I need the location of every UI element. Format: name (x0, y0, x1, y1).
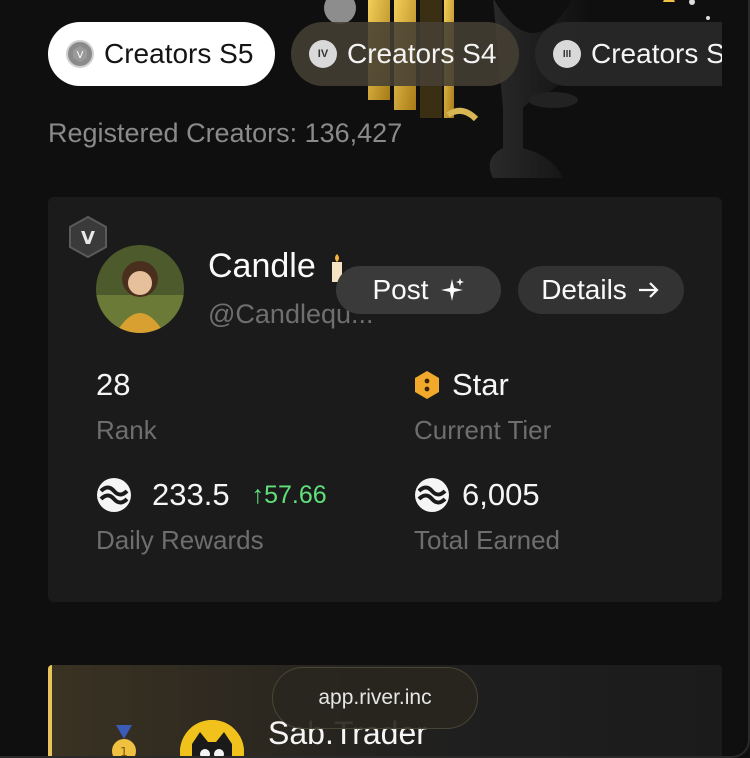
creator-name-text: Candle (208, 247, 316, 285)
season-v-badge-icon: V (66, 40, 94, 68)
details-button-label: Details (541, 274, 627, 305)
tier-value-text: Star (452, 367, 509, 402)
sparkle-icon (439, 277, 465, 303)
url-pill[interactable]: app.river.inc (272, 667, 478, 729)
tab-creators-s3[interactable]: III Creators S (535, 22, 722, 86)
post-button[interactable]: Post (336, 266, 501, 314)
total-earned-label: Total Earned (414, 525, 560, 555)
arrow-up-icon: ↑ (251, 480, 265, 509)
daily-rewards-delta: ↑57.66 (252, 481, 327, 510)
gold-medal-icon: 1 (112, 725, 136, 758)
tier-label: Current Tier (414, 415, 552, 445)
details-button[interactable]: Details (518, 266, 684, 314)
river-coin-icon (97, 478, 131, 512)
tab-label: Creators S5 (104, 38, 254, 69)
total-earned-amount: 6,005 (462, 477, 540, 512)
daily-rewards-stat: 233.5 ↑57.66 Daily Rewards (96, 475, 327, 556)
tier-value: Star (414, 365, 551, 405)
svg-text:1: 1 (120, 745, 128, 758)
avatar[interactable] (180, 720, 244, 756)
tab-creators-s5[interactable]: V Creators S5 (48, 22, 275, 86)
total-earned-stat: 6,005 Total Earned (414, 475, 560, 556)
creator-name: Candle (208, 247, 346, 286)
tab-label: Creators S4 (347, 38, 497, 69)
rank-value: 28 (96, 367, 131, 402)
season-iii-badge-icon: III (553, 40, 581, 68)
tier-hex-label: V (81, 228, 95, 249)
arrow-right-icon (637, 280, 661, 300)
season-tabs: V Creators S5 IV Creators S4 III Creator… (48, 22, 722, 86)
daily-rewards-amount: 233.5 (152, 477, 230, 512)
tier-stat: Star Current Tier (414, 365, 551, 446)
daily-rewards-value: 233.5 ↑57.66 (96, 475, 327, 515)
season-iv-badge-icon: IV (309, 40, 337, 68)
creator-card: V Candle @Candlequ... Post Details 28 Ra… (48, 197, 722, 602)
star-tier-icon (415, 371, 439, 399)
app-frame: V Creators S5 IV Creators S4 III Creator… (0, 0, 750, 758)
tier-v-hex-icon: V (69, 215, 107, 259)
registered-creators-count: Registered Creators: 136,427 (48, 118, 403, 148)
svg-text:V: V (77, 50, 84, 61)
post-button-label: Post (372, 274, 429, 305)
tab-label: Creators S (591, 38, 722, 69)
avatar[interactable] (96, 245, 184, 333)
rank-label: Rank (96, 415, 157, 445)
badge-text: III (562, 48, 572, 60)
rank-stat: 28 Rank (96, 365, 157, 446)
badge-text: IV (317, 48, 329, 60)
total-earned-value: 6,005 (414, 475, 560, 515)
river-coin-icon (415, 478, 449, 512)
tab-creators-s4[interactable]: IV Creators S4 (291, 22, 519, 86)
delta-value: 57.66 (264, 480, 327, 509)
daily-rewards-label: Daily Rewards (96, 525, 264, 555)
